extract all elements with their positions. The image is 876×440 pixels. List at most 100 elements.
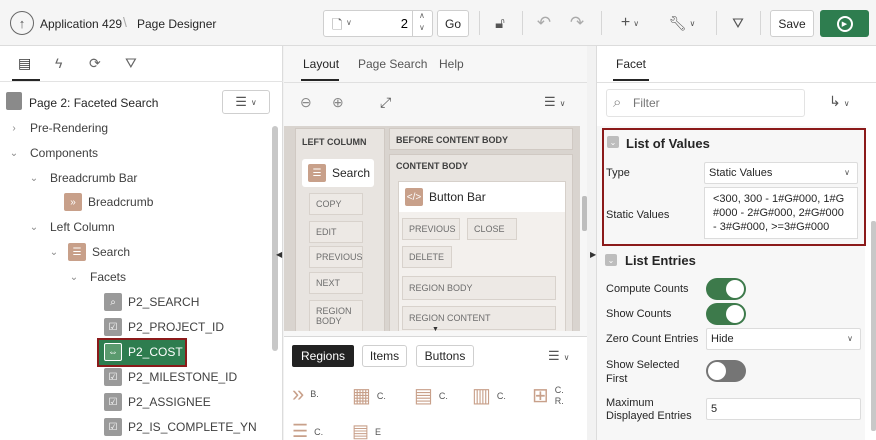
go-button[interactable]: Go xyxy=(437,10,469,37)
button-bar-header[interactable]: </> Button Bar xyxy=(399,182,565,212)
tree-node-breadcrumb-bar[interactable]: ⌄ Breadcrumb Bar xyxy=(28,168,138,188)
max-displayed-entries-input[interactable]: 5 xyxy=(706,398,861,420)
position-close[interactable]: CLOSE xyxy=(467,218,517,240)
gallery-menu-icon[interactable]: ☰ ∨ xyxy=(548,348,570,364)
chevron-down-icon[interactable]: ⌄ xyxy=(48,247,60,258)
gallery-breadcrumb[interactable]: » B. xyxy=(292,381,319,407)
toolbar-divider xyxy=(601,11,602,35)
list-of-values-group: ⌄ List of Values Type Static Values ∨ St… xyxy=(602,128,866,246)
tree-node-p2-cost[interactable]: ⇔ P2_COST xyxy=(104,342,183,362)
tree-node-p2-milestone-id[interactable]: ☑ P2_MILESTONE_ID xyxy=(104,367,237,387)
gallery-tab-buttons[interactable]: Buttons xyxy=(416,345,474,367)
position-edit[interactable]: EDIT xyxy=(309,221,363,243)
zoom-out-icon[interactable]: ⊖ xyxy=(300,94,312,111)
undo-icon[interactable]: ↶ xyxy=(533,12,555,34)
redo-icon[interactable]: ↷ xyxy=(566,12,588,34)
up-arrow-icon[interactable]: ↑ xyxy=(10,11,34,35)
gallery-tab-items[interactable]: Items xyxy=(362,345,407,367)
save-button[interactable]: Save xyxy=(770,10,814,37)
tab-page-search[interactable]: Page Search xyxy=(358,57,427,71)
chevron-down-icon[interactable]: ⌄ xyxy=(607,136,619,148)
layout-scrollbar[interactable] xyxy=(582,196,587,231)
tree-node-components[interactable]: ⌄ Components xyxy=(8,143,98,163)
page-icon[interactable]: 🗋 xyxy=(332,16,342,38)
show-counts-toggle[interactable] xyxy=(706,303,746,325)
max-displayed-entries-label: Maximum Displayed Entries xyxy=(606,397,692,422)
content-body-region[interactable]: CONTENT BODY </> Button Bar PREVIOUS CLO… xyxy=(389,154,573,331)
chevron-down-icon[interactable]: ⌄ xyxy=(28,222,40,233)
position-next[interactable]: NEXT xyxy=(309,272,363,294)
position-copy[interactable]: COPY xyxy=(309,193,363,215)
unlock-icon[interactable]: 🔓︎ xyxy=(488,12,512,34)
gallery-item-row2[interactable]: ▤ E xyxy=(352,421,381,440)
gallery-calendar[interactable]: ▦ C. xyxy=(352,383,386,408)
chevron-down-icon[interactable]: ⌄ xyxy=(605,254,617,266)
before-content-body-region[interactable]: BEFORE CONTENT BODY xyxy=(389,128,573,150)
gallery-cards[interactable]: ▤ C. xyxy=(414,383,448,408)
tree-node-p2-project-id[interactable]: ☑ P2_PROJECT_ID xyxy=(104,317,224,337)
utilities-wrench-icon[interactable]: 🔧︎ ∨ xyxy=(664,12,700,34)
position-delete[interactable]: DELETE xyxy=(402,246,452,268)
show-selected-first-toggle[interactable] xyxy=(706,360,746,382)
gallery-item-row2[interactable]: ☰ C. xyxy=(292,421,323,440)
create-menu-icon[interactable]: + ∨ xyxy=(614,12,646,34)
processing-icon[interactable]: ⟳ xyxy=(89,55,101,72)
chevron-right-icon[interactable]: › xyxy=(8,123,20,134)
chevron-down-icon[interactable]: ∨ xyxy=(419,23,425,32)
position-region-body[interactable]: REGION BODY xyxy=(402,276,556,300)
shared-components-icon[interactable]: ⛛ xyxy=(726,12,750,34)
breadcrumb-separator: \ xyxy=(123,14,127,30)
compute-counts-toggle[interactable] xyxy=(706,278,746,300)
app-breadcrumb[interactable]: Application 429 xyxy=(40,17,122,31)
page-stepper[interactable]: ∧ ∨ xyxy=(412,11,433,36)
shared-components-icon[interactable]: ⛛ xyxy=(125,55,137,72)
position-previous[interactable]: PREVIOUS xyxy=(309,246,363,268)
left-column-region[interactable]: LEFT COLUMN ☰ Search COPY EDIT PREVIOUS … xyxy=(295,128,385,331)
tree-node-facets[interactable]: ⌄ Facets xyxy=(68,267,126,287)
gallery-chart[interactable]: ▥ C. xyxy=(472,383,506,408)
property-scrollbar[interactable] xyxy=(871,221,876,431)
gallery-panel: Regions Items Buttons ☰ ∨ » B. ▦ C. ▤ C. ▥ C.… xyxy=(284,336,587,440)
layout-menu-icon[interactable]: ☰ ∨ xyxy=(544,94,566,110)
tree-node-left-column[interactable]: ⌄ Left Column xyxy=(28,217,115,237)
tab-help[interactable]: Help xyxy=(439,57,464,71)
tree-menu-button[interactable]: ☰ ∨ xyxy=(222,90,270,114)
page-number-input[interactable] xyxy=(364,14,408,33)
toggle-knob xyxy=(726,305,744,323)
chevron-down-icon[interactable]: ⌄ xyxy=(68,272,80,283)
tree-node-p2-is-complete-yn[interactable]: ☑ P2_IS_COMPLETE_YN xyxy=(104,417,257,437)
type-select[interactable]: Static Values ∨ xyxy=(704,162,858,184)
position-region-content[interactable]: REGION CONTENT xyxy=(402,306,556,330)
breadcrumb-icon: » xyxy=(64,193,82,211)
gallery-classic-report[interactable]: ⊞ C. R. xyxy=(532,383,567,408)
tree-node-pre-rendering[interactable]: › Pre-Rendering xyxy=(8,118,108,138)
filter-input[interactable] xyxy=(633,94,798,112)
run-page-button[interactable]: ▶ xyxy=(820,10,869,37)
tab-layout[interactable]: Layout xyxy=(303,57,339,71)
button-bar-region[interactable]: </> Button Bar PREVIOUS CLOSE DELETE REG… xyxy=(398,181,566,331)
position-previous[interactable]: PREVIOUS xyxy=(402,218,460,240)
expand-icon[interactable]: ⤢ xyxy=(380,94,391,111)
dynamic-actions-icon[interactable]: ϟ xyxy=(55,55,62,71)
search-region-card[interactable]: ☰ Search xyxy=(302,159,374,187)
tab-facet[interactable]: Facet xyxy=(616,57,646,71)
tree-node-p2-assignee[interactable]: ☑ P2_ASSIGNEE xyxy=(104,392,211,412)
chevron-down-icon[interactable]: ⌄ xyxy=(28,173,40,184)
static-values-textarea[interactable]: <300, 300 - 1#G#000, 1#G#000 - 2#G#000, … xyxy=(704,187,858,239)
chevron-down-icon[interactable]: ∨ xyxy=(346,18,352,27)
tree-node-breadcrumb[interactable]: » Breadcrumb xyxy=(64,192,153,212)
go-to-group-icon[interactable]: ↳ ∨ xyxy=(829,93,850,110)
collapse-left-arrow-icon[interactable]: ◀ xyxy=(276,250,282,259)
zero-count-entries-select[interactable]: Hide ∨ xyxy=(706,328,861,350)
rendering-icon[interactable]: ▤ xyxy=(18,55,31,72)
zoom-in-icon[interactable]: ⊕ xyxy=(332,94,344,111)
chevron-down-icon[interactable]: ⌄ xyxy=(8,148,20,159)
tree-node-search[interactable]: ⌄ ☰ Search xyxy=(48,242,130,262)
tree-node-p2-search[interactable]: ⌕ P2_SEARCH xyxy=(104,292,199,312)
position-region-body[interactable]: REGION BODY xyxy=(309,300,363,331)
static-values-label: Static Values xyxy=(606,209,670,221)
gallery-tab-regions[interactable]: Regions xyxy=(292,345,354,367)
tree-scrollbar[interactable] xyxy=(272,126,278,351)
scroll-down-arrow-icon[interactable]: ▼ xyxy=(432,326,439,331)
chevron-up-icon[interactable]: ∧ xyxy=(419,11,425,20)
